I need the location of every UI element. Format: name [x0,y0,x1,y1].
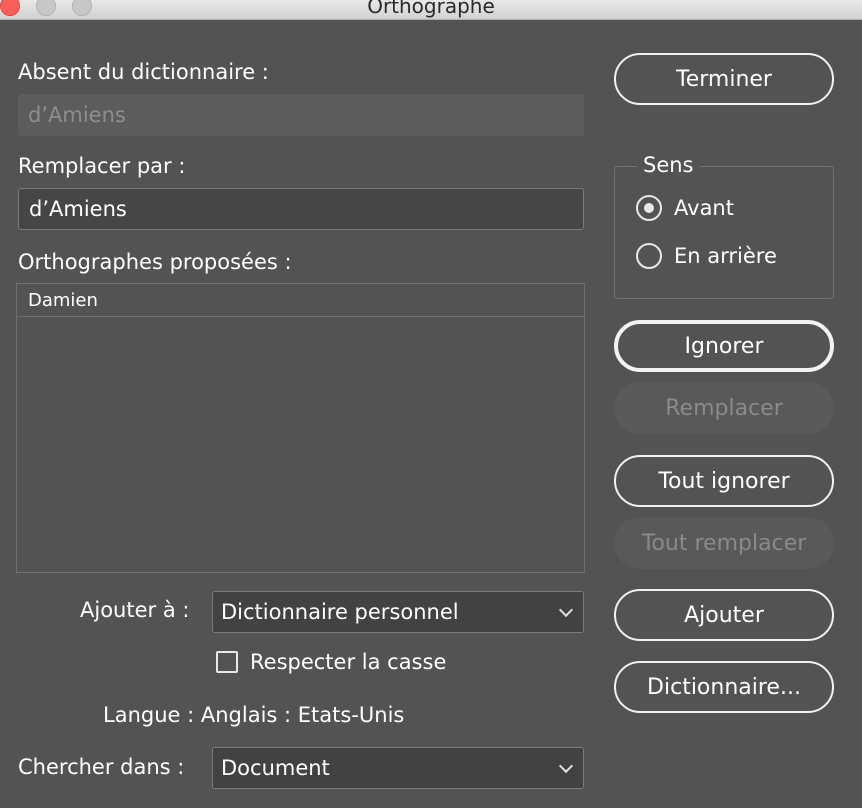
case-sensitive-row[interactable]: Respecter la casse [216,650,446,674]
done-button[interactable]: Terminer [614,53,834,105]
language-label: Langue : Anglais : Etats-Unis [103,703,405,727]
search-in-label: Chercher dans : [18,755,185,779]
suggestions-list[interactable]: Damien [16,283,585,573]
direction-backward-label: En arrière [674,244,777,268]
search-in-select[interactable]: Document [212,747,584,789]
direction-group-title: Sens [637,153,700,177]
not-in-dictionary-value: d’Amiens [28,103,126,127]
add-to-selected: Dictionnaire personnel [221,600,459,624]
radio-forward[interactable] [636,195,662,221]
window-title: Orthographe [367,0,495,18]
search-in-selected: Document [221,756,330,780]
replace-with-input[interactable]: d’Amiens [18,188,584,230]
ignore-button[interactable]: Ignorer [614,320,834,372]
not-in-dictionary-label: Absent du dictionnaire : [18,60,269,84]
add-button[interactable]: Ajouter [614,589,834,641]
direction-group [614,166,834,299]
add-to-select[interactable]: Dictionnaire personnel [212,591,584,633]
radio-backward[interactable] [636,243,662,269]
replace-all-button: Tout remplacer [614,517,834,569]
title-bar: Orthographe [0,0,862,20]
suggestions-label: Orthographes proposées : [18,250,292,274]
dictionary-button[interactable]: Dictionnaire... [614,661,834,713]
direction-forward-option[interactable]: Avant [636,195,734,221]
case-sensitive-checkbox[interactable] [216,651,238,673]
replace-with-label: Remplacer par : [18,154,186,178]
add-to-label: Ajouter à : [80,598,190,622]
ignore-all-button[interactable]: Tout ignorer [614,455,834,507]
replace-with-value: d’Amiens [29,197,127,221]
replace-button: Remplacer [614,382,834,434]
not-in-dictionary-field: d’Amiens [18,94,584,136]
chevron-down-icon [558,758,574,774]
direction-forward-label: Avant [674,196,734,220]
direction-backward-option[interactable]: En arrière [636,243,777,269]
chevron-down-icon [558,602,574,618]
list-item[interactable]: Damien [17,284,584,317]
case-sensitive-label: Respecter la casse [250,650,447,674]
